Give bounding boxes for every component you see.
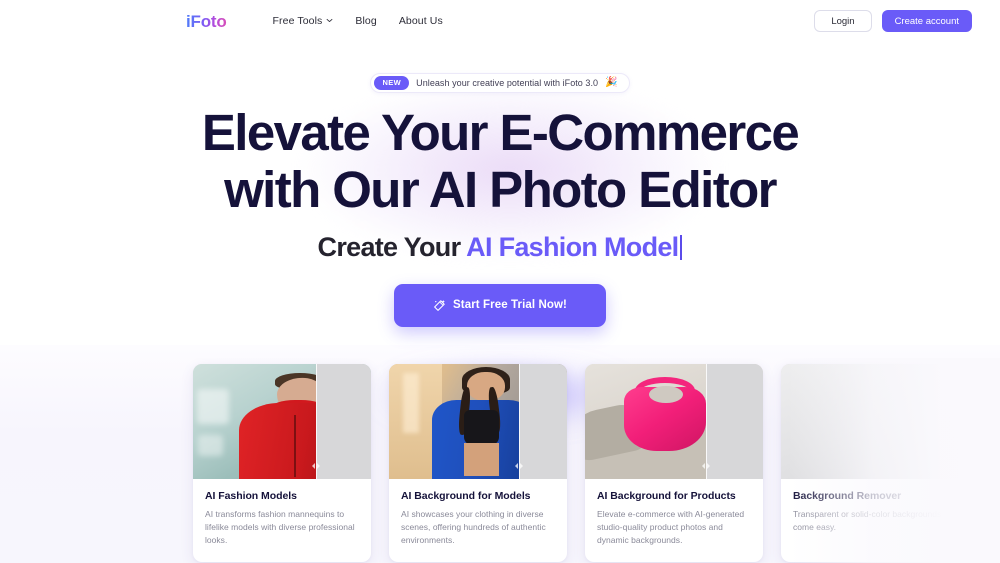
announcement-badge-wrap: NEW Unleash your creative potential with… xyxy=(0,73,1000,93)
magic-wand-icon xyxy=(433,299,446,312)
feature-cards-carousel[interactable]: AI Fashion Models AI transforms fashion … xyxy=(0,358,1000,563)
announcement-badge[interactable]: NEW Unleash your creative potential with… xyxy=(370,73,630,93)
cta-wrap: Start Free Trial Now! xyxy=(0,283,1000,425)
headline-line-2: with Our AI Photo Editor xyxy=(224,160,777,218)
compare-slider-handle[interactable] xyxy=(309,461,323,471)
login-button[interactable]: Login xyxy=(814,10,872,32)
page-title: Elevate Your E-Commerce with Our AI Phot… xyxy=(0,104,1000,218)
compare-slider-handle[interactable] xyxy=(699,461,713,471)
chevron-down-icon xyxy=(326,17,333,24)
typing-caret xyxy=(680,234,683,260)
subline-accent-text: AI Fashion Model xyxy=(466,231,679,262)
feature-card[interactable]: AI Background for Models AI showcases yo… xyxy=(389,364,567,562)
badge-text: Unleash your creative potential with iFo… xyxy=(416,77,599,88)
card-photo-after-mask xyxy=(706,364,763,479)
feature-card[interactable]: AI Background for Products Elevate e-com… xyxy=(585,364,763,562)
card-body: AI Background for Products Elevate e-com… xyxy=(585,479,763,562)
party-popper-icon: 🎉 xyxy=(605,76,618,88)
nav-item-label: About Us xyxy=(398,15,443,27)
card-title: AI Background for Models xyxy=(401,490,531,502)
card-image-compare[interactable] xyxy=(585,364,763,479)
card-image-compare[interactable] xyxy=(781,364,959,479)
logo[interactable]: iFoto xyxy=(186,13,227,30)
card-body: Background Remover Transparent or solid-… xyxy=(781,479,959,549)
feature-card[interactable]: AI Fashion Models AI transforms fashion … xyxy=(193,364,371,562)
hero-section: NEW Unleash your creative potential with… xyxy=(0,73,1000,425)
subline-static-text: Create Your xyxy=(317,231,467,262)
hero-subline: Create Your AI Fashion Model xyxy=(0,230,1000,264)
feature-card[interactable]: Background Remover Transparent or solid-… xyxy=(781,364,959,562)
card-image-compare[interactable] xyxy=(389,364,567,479)
card-title: AI Background for Products xyxy=(597,490,736,502)
compare-slider-handle[interactable] xyxy=(512,461,526,471)
main-nav: Free Tools Blog About Us xyxy=(273,15,443,27)
start-free-trial-button[interactable]: Start Free Trial Now! xyxy=(394,283,606,327)
card-photo-after-mask xyxy=(518,364,567,479)
nav-item-label: Blog xyxy=(355,15,377,27)
card-image-compare[interactable] xyxy=(193,364,371,479)
nav-item-about-us[interactable]: About Us xyxy=(399,15,443,27)
cards-rail: AI Fashion Models AI transforms fashion … xyxy=(193,364,959,562)
card-body: AI Background for Models AI showcases yo… xyxy=(389,479,567,562)
card-photo-after-mask xyxy=(315,364,371,479)
nav-item-label: Free Tools xyxy=(272,15,323,27)
site-header: iFoto Free Tools Blog About Us Login Cre… xyxy=(0,0,1000,42)
card-body: AI Fashion Models AI transforms fashion … xyxy=(193,479,371,562)
nav-item-free-tools[interactable]: Free Tools xyxy=(273,15,334,27)
card-photo-before xyxy=(781,364,959,479)
nav-item-blog[interactable]: Blog xyxy=(355,15,376,27)
page-root: iFoto Free Tools Blog About Us Login Cre… xyxy=(0,0,1000,563)
card-title: Background Remover xyxy=(793,490,902,502)
cta-label: Start Free Trial Now! xyxy=(453,299,567,311)
card-description: Transparent or solid-color backgrounds c… xyxy=(793,509,942,532)
badge-new-pill: NEW xyxy=(374,76,410,90)
card-description: Elevate e-commerce with AI-generated stu… xyxy=(597,509,745,545)
create-account-button[interactable]: Create account xyxy=(881,10,972,32)
header-actions: Login Create account xyxy=(814,10,972,32)
headline-line-1: Elevate Your E-Commerce xyxy=(201,103,800,161)
card-description: AI showcases your clothing in diverse sc… xyxy=(401,509,546,545)
card-description: AI transforms fashion mannequins to life… xyxy=(205,509,355,545)
card-title: AI Fashion Models xyxy=(205,490,297,502)
